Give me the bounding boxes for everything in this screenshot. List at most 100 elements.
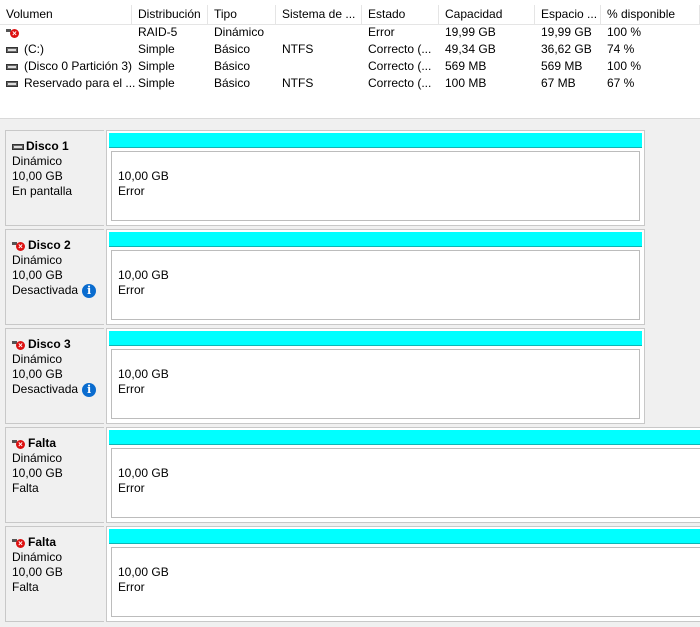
drive-icon [6,63,18,70]
disk-row[interactable]: × Falta Dinámico 10,00 GB Falta 10,00 GB … [5,526,700,622]
partition-block[interactable]: 10,00 GB Error [106,328,645,424]
volume-free-space: 67 MB [541,76,576,90]
volume-type: Dinámico [214,25,265,39]
volume-capacity: 569 MB [445,59,487,73]
partition-size: 10,00 GB [118,268,169,282]
volume-type: Básico [214,42,251,56]
info-icon[interactable]: i [82,283,97,298]
partition-band [109,331,642,346]
volume-free-space: 19,99 GB [541,25,592,39]
volume-list-header: Volumen Distribución Tipo Sistema de ...… [0,5,700,25]
disk-type: Dinámico [12,451,63,465]
disk-label[interactable]: × Falta Dinámico 10,00 GB Falta [5,427,104,523]
disk-size: 10,00 GB [12,268,63,282]
column-header-porcentaje-disponible[interactable]: % disponible [601,5,700,24]
disk-size: 10,00 GB [12,565,63,579]
partition-body[interactable]: 10,00 GB Error [111,547,700,617]
disk-status: Falta [12,580,39,594]
disk-title: Falta [28,535,57,549]
table-row[interactable]: (C:) Simple Básico NTFS Correcto (... 49… [0,41,700,58]
disk-status: Desactivada [12,382,79,396]
disk-row[interactable]: × Falta Dinámico 10,00 GB Falta 10,00 GB … [5,427,700,523]
disk-title: Disco 2 [28,238,71,252]
partition-status: Error [118,184,145,198]
volume-type: Básico [214,76,251,90]
column-header-sistema-archivos[interactable]: Sistema de ... [276,5,362,24]
disk-size: 10,00 GB [12,367,63,381]
volume-percent-free: 100 % [607,25,642,39]
drive-icon [6,46,18,53]
volume-filesystem: NTFS [282,76,314,90]
partition-band [109,133,642,148]
disk-label[interactable]: × Falta Dinámico 10,00 GB Falta [5,526,104,622]
column-header-capacidad[interactable]: Capacidad [439,5,535,24]
partition-band [109,430,700,445]
disk-row[interactable]: × Disco 3 Dinámico 10,00 GB Desactivada i … [5,328,645,424]
volume-capacity: 19,99 GB [445,25,496,39]
volume-percent-free: 67 % [607,76,635,90]
disk-label[interactable]: × Disco 2 Dinámico 10,00 GB Desactivada i [5,229,104,325]
disk-type: Dinámico [12,154,63,168]
column-header-estado[interactable]: Estado [362,5,439,24]
column-header-tipo[interactable]: Tipo [208,5,276,24]
partition-block[interactable]: 10,00 GB Error [106,526,700,622]
volume-distribution: RAID-5 [138,25,178,39]
partition-body[interactable]: 10,00 GB Error [111,349,640,419]
partition-status: Error [118,283,145,297]
disk-type: Dinámico [12,253,63,267]
partition-block[interactable]: 10,00 GB Error [106,229,645,325]
disk-status: En pantalla [12,184,73,198]
column-header-distribucion[interactable]: Distribución [132,5,208,24]
column-header-espacio[interactable]: Espacio ... [535,5,601,24]
disk-size: 10,00 GB [12,169,63,183]
volume-name: (C:) [24,42,44,56]
volume-status: Correcto (... [368,42,432,56]
partition-band [109,529,700,544]
disk-type: Dinámico [12,550,63,564]
volume-free-space: 36,62 GB [541,42,592,56]
partition-status: Error [118,580,145,594]
table-row[interactable]: Reservado para el ... Simple Básico NTFS… [0,75,700,92]
partition-body[interactable]: 10,00 GB Error [111,151,640,221]
partition-block[interactable]: 10,00 GB Error [106,427,700,523]
volume-status: Correcto (... [368,59,432,73]
partition-size: 10,00 GB [118,466,169,480]
partition-size: 10,00 GB [118,169,169,183]
drive-icon [6,80,18,87]
table-row[interactable]: × RAID-5 Dinámico Error 19,99 GB 19,99 G… [0,24,700,41]
partition-size: 10,00 GB [118,565,169,579]
volume-type: Básico [214,59,251,73]
error-drive-icon: × [12,340,26,350]
partition-block[interactable]: 10,00 GB Error [106,130,645,226]
error-drive-icon: × [12,538,26,548]
volume-list[interactable]: Volumen Distribución Tipo Sistema de ...… [0,0,700,118]
partition-body[interactable]: 10,00 GB Error [111,448,700,518]
column-header-volumen[interactable]: Volumen [0,5,132,24]
volume-distribution: Simple [138,59,175,73]
disk-row[interactable]: × Disco 2 Dinámico 10,00 GB Desactivada i … [5,229,645,325]
disk-title: Disco 3 [28,337,71,351]
volume-percent-free: 100 % [607,59,642,73]
info-icon[interactable]: i [82,382,97,397]
volume-name: (Disco 0 Partición 3) [24,59,133,73]
volume-capacity: 49,34 GB [445,42,496,56]
volume-status: Correcto (... [368,76,432,90]
disk-title: Disco 1 [26,139,69,153]
partition-size: 10,00 GB [118,367,169,381]
partition-body[interactable]: 10,00 GB Error [111,250,640,320]
disk-row[interactable]: Disco 1 Dinámico 10,00 GB En pantalla 10… [5,130,645,226]
disk-label[interactable]: Disco 1 Dinámico 10,00 GB En pantalla [5,130,104,226]
disk-title: Falta [28,436,57,450]
partition-status: Error [118,382,145,396]
disk-map-pane[interactable]: Disco 1 Dinámico 10,00 GB En pantalla 10… [0,128,700,627]
disk-status: Desactivada [12,283,79,297]
volume-filesystem: NTFS [282,42,314,56]
disk-size: 10,00 GB [12,466,63,480]
volume-free-space: 569 MB [541,59,583,73]
disk-type: Dinámico [12,352,63,366]
table-row[interactable]: (Disco 0 Partición 3) Simple Básico Corr… [0,58,700,75]
volume-distribution: Simple [138,42,175,56]
disk-label[interactable]: × Disco 3 Dinámico 10,00 GB Desactivada i [5,328,104,424]
drive-icon [12,143,24,150]
volume-distribution: Simple [138,76,175,90]
